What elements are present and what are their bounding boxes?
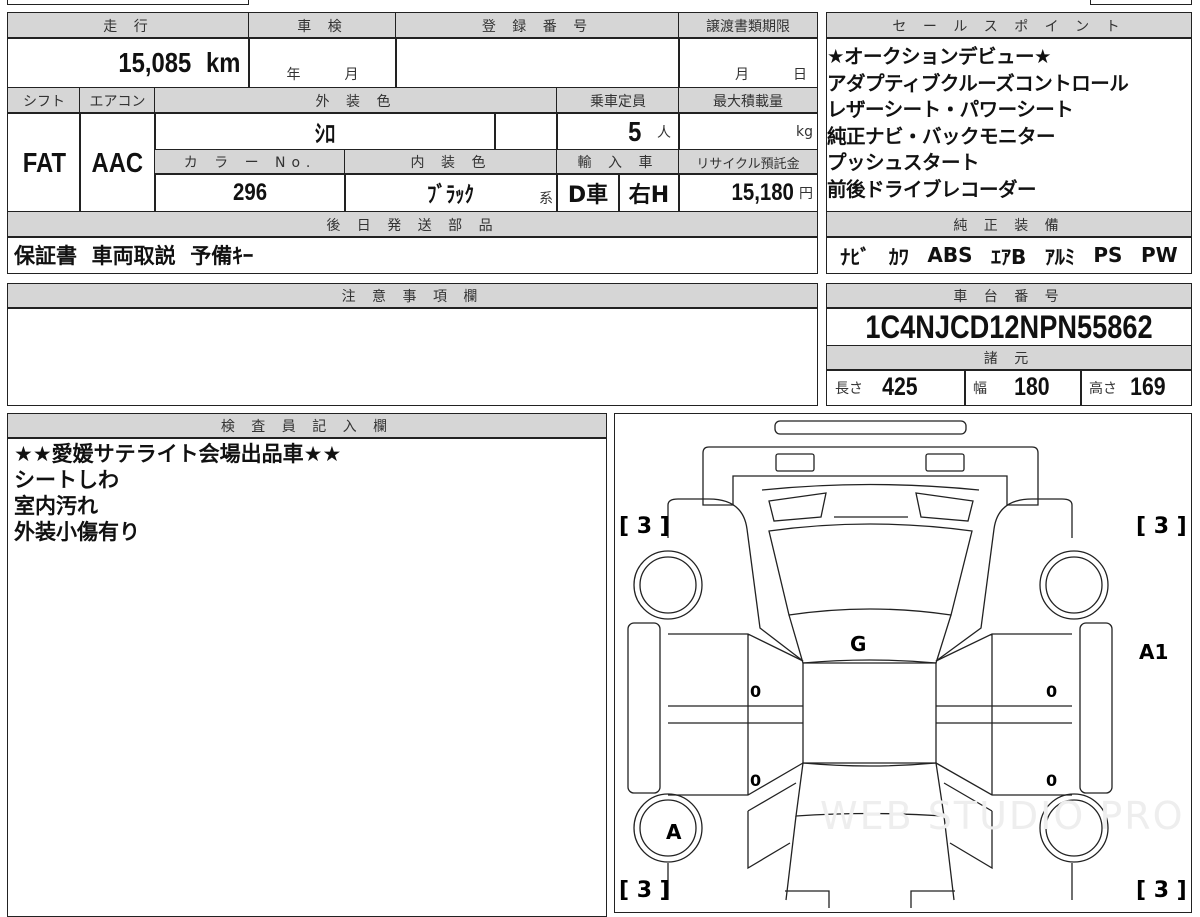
max-load-value: kg [678,112,818,151]
equipment-item: PS [1093,243,1123,267]
max-load-header: 最大積載量 [678,87,818,114]
mileage-number: 15,085 [118,47,192,78]
recycle-header: リサイクル預託金 [678,149,818,175]
spec-length: 長さ 425 [826,369,966,406]
door-rr-mark: 0 [1046,771,1057,790]
equipment-item: ﾅﾋﾞ [840,244,871,269]
equipment-list: ﾅﾋﾞ ｶﾜ ABS ｴｱB ｱﾙﾐ PS PW [826,236,1192,274]
steering-value: 右H [618,173,680,213]
aircon-value: AAC [79,112,156,213]
door-fr-mark: 0 [1046,682,1057,701]
corner-grade-front-right: [ 3 ] [1136,514,1187,539]
inspector-header: 検 査 員 記 入 欄 [7,413,607,439]
equipment-item: ｴｱB [991,244,1027,269]
chassis-value: 1C4NJCD12NPN55862 [826,307,1192,347]
capacity-number: 5 [628,115,642,147]
month-label: 月 [344,67,359,83]
color-no-header: カ ラ ー No. [154,149,346,175]
sales-point: アダプティブクルーズコントロール [827,71,1129,95]
shift-value: FAT [7,112,81,213]
interior-suffix: 系 [539,191,553,207]
later-parts-value: 保証書 車両取説 予備ｷｰ [7,236,818,274]
damage-diagram: WEB STUDIO PRO [ 3 ] [ 3 ] [ 3 ] [ 3 ] G… [614,413,1192,913]
corner-grade-rear-right: [ 3 ] [1136,878,1187,903]
capacity-header: 乗車定員 [556,87,680,114]
width-label: 幅 [973,380,987,397]
inspector-note: 外装小傷有り [14,520,140,544]
exterior-color-extra [494,112,558,151]
interior-color-text: ﾌﾞﾗｯｸ [427,182,475,207]
inspector-note: 室内汚れ [14,494,98,518]
recycle-value: 15,180 円 [678,173,818,213]
mileage-unit: km [205,47,240,78]
cutoff-cell [1090,0,1192,5]
recycle-amount: 15,180 [731,179,794,206]
deadline-day: 日 [793,67,807,83]
aircon-header: エアコン [79,87,156,114]
right-panel-mark: A1 [1139,640,1168,664]
sales-point: 前後ドライブレコーダー [827,177,1037,201]
notes-header: 注 意 事 項 欄 [7,283,818,309]
year-label: 年 [286,67,301,83]
chassis-header: 車 台 番 号 [826,283,1192,309]
door-fl-mark: 0 [750,682,761,701]
equipment-item: ｶﾜ [888,244,909,269]
shift-header: シフト [7,87,81,114]
import-type-value: D車 [556,173,620,213]
specs-header: 諸 元 [826,345,1192,371]
color-no-text: 296 [232,179,268,206]
interior-color-value: ﾌﾞﾗｯｸ 系 [344,173,558,213]
length-value: 425 [882,373,918,401]
length-label: 長さ [835,380,863,397]
sales-point: プッシュスタート [827,151,980,174]
sales-point: ★オークションデビュー★ [827,45,1051,68]
later-parts-header: 後 日 発 送 部 品 [7,211,818,238]
notes-body [7,307,818,406]
width-value: 180 [1014,373,1050,401]
interior-color-header: 内 装 色 [344,149,558,175]
max-load-unit: kg [796,123,813,140]
exterior-color-text: ｼﾛ [314,121,336,148]
shift-text: FAT [22,146,66,178]
color-no-value: 296 [154,173,346,213]
height-value: 169 [1130,373,1166,401]
registration-header: 登 録 番 号 [395,12,680,39]
sales-points-list: ★オークションデビュー★ アダプティブクルーズコントロール レザーシート・パワー… [826,37,1192,213]
cutoff-cell [7,0,249,5]
inspector-note: ★★愛媛サテライト会場出品車★★ [14,442,342,466]
spec-width: 幅 180 [964,369,1082,406]
inspector-note: シートしわ [14,468,119,492]
registration-value [395,37,680,89]
equipment-item: ABS [927,243,973,267]
door-rl-mark: 0 [750,771,761,790]
exterior-color-value: ｼﾛ [154,112,496,151]
transfer-deadline-header: 譲渡書類期限 [678,12,818,39]
sales-points-header: セ ー ル ス ポ イ ン ト [826,12,1192,39]
spec-height: 高さ 169 [1080,369,1192,406]
corner-grade-rear-left: [ 3 ] [619,878,670,903]
equipment-item: ｱﾙﾐ [1044,244,1075,269]
roof-mark: G [850,632,866,656]
inspector-body: ★★愛媛サテライト会場出品車★★ シートしわ 室内汚れ 外装小傷有り [7,437,607,917]
sales-point: レザーシート・パワーシート [827,98,1074,121]
inspection-header: 車 検 [248,12,397,39]
height-label: 高さ [1089,380,1117,397]
inspection-value: 年月 [248,37,397,89]
recycle-unit: 円 [799,186,813,202]
equipment-item: PW [1141,243,1178,267]
aircon-text: AAC [91,146,144,178]
corner-grade-front-left: [ 3 ] [619,514,670,539]
deadline-month: 月 [735,67,749,83]
sales-point: 純正ナビ・バックモニター [827,124,1056,148]
mileage-value: 15,085 km [7,37,250,89]
exterior-color-header: 外 装 色 [154,87,558,114]
equipment-header: 純 正 装 備 [826,211,1192,238]
import-header: 輸 入 車 [556,149,680,175]
rear-left-wheel-mark: A [666,820,682,844]
mileage-header: 走 行 [7,12,250,39]
capacity-unit: 人 [657,124,671,141]
deadline-value: 月日 [678,37,818,89]
capacity-value: 5人 [556,112,680,151]
chassis-number: 1C4NJCD12NPN55862 [865,308,1153,345]
